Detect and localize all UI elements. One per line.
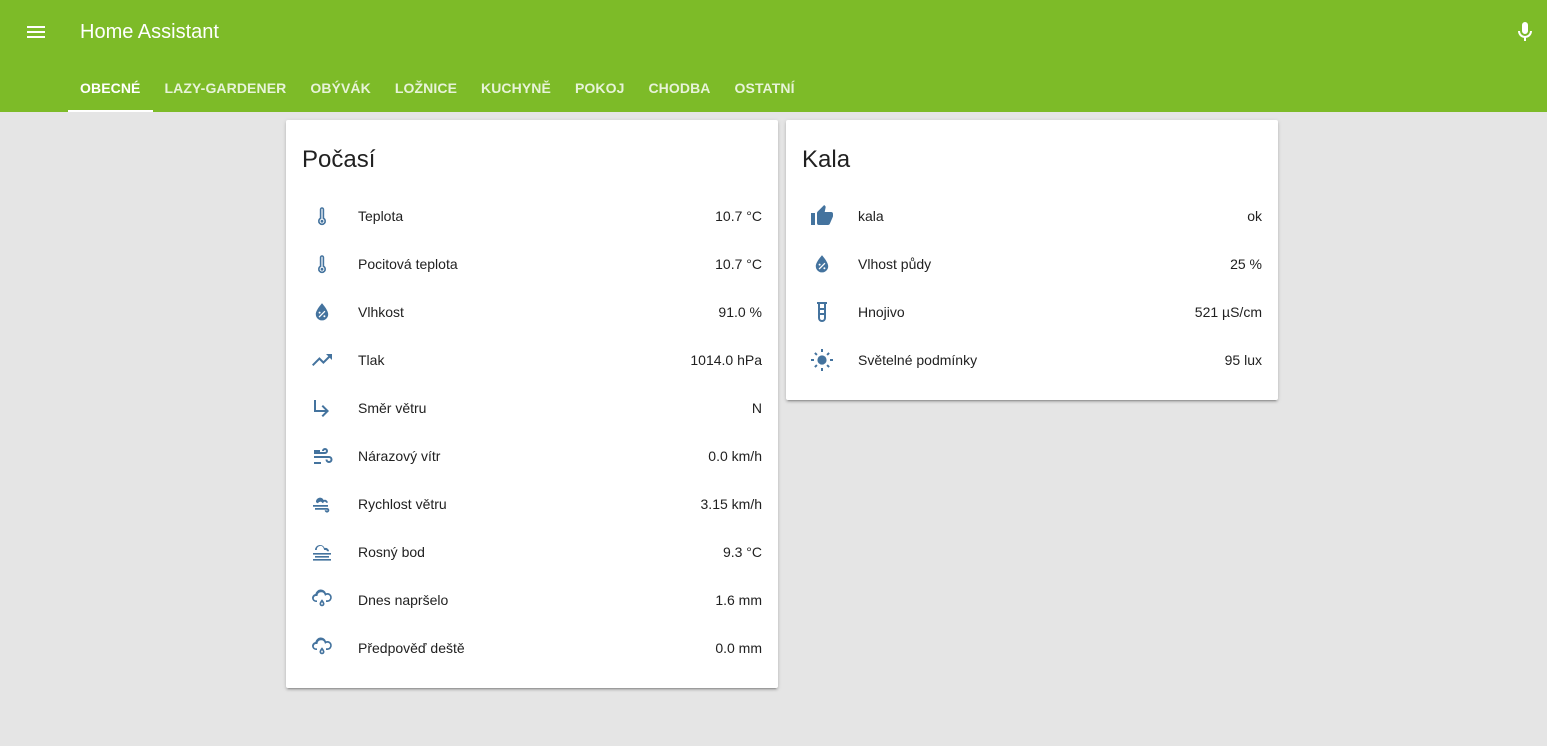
white-balance-sunny-icon: [802, 340, 842, 380]
row-label: Rosný bod: [358, 544, 425, 560]
row-label: Tlak: [358, 352, 385, 368]
row-label: Pocitová teplota: [358, 256, 458, 272]
weather-rainy-icon: [302, 628, 342, 668]
row-value: 0.0 mm: [715, 640, 762, 656]
microphone-icon: [1518, 22, 1532, 41]
row-value: ok: [1247, 208, 1262, 224]
kala-row[interactable]: Světelné podmínky 95 lux: [802, 336, 1262, 384]
weather-row[interactable]: Dnes napršelo 1.6 mm: [302, 576, 762, 624]
row-value: 1014.0 hPa: [690, 352, 762, 368]
tab-lazy-gardener[interactable]: LAZY-GARDENER: [153, 64, 299, 112]
view-tabs: OBECNÉ LAZY-GARDENER OBÝVÁK LOŽNICE KUCHYNĚ P…: [68, 64, 807, 112]
row-label: Teplota: [358, 208, 404, 224]
kala-card: Kala kala ok Vlhost půdy 25 % Hnojivo 521 µS/…: [786, 120, 1278, 400]
water-percent-icon: [802, 244, 842, 284]
row-value: 9.3 °C: [722, 544, 762, 560]
weather-row[interactable]: Teplota 10.7 °C: [302, 192, 762, 240]
kala-card-title: Kala: [802, 146, 851, 173]
thermometer-icon: [302, 196, 342, 236]
thermometer-icon: [302, 244, 342, 284]
weather-row[interactable]: Pocitová teplota 10.7 °C: [302, 240, 762, 288]
row-value: 0.0 km/h: [708, 448, 762, 464]
row-label: Rychlost větru: [358, 496, 447, 512]
row-label: Světelné podmínky: [858, 352, 978, 368]
tab-obývák[interactable]: OBÝVÁK: [298, 64, 383, 112]
row-label: Vlhost půdy: [858, 256, 932, 272]
weather-row[interactable]: Rosný bod 9.3 °C: [302, 528, 762, 576]
thumb-up-icon: [802, 196, 842, 236]
weather-fog-icon: [302, 532, 342, 572]
row-value: N: [751, 400, 762, 416]
test-tube-icon: [802, 292, 842, 332]
app-header: Home Assistant OBECNÉ LAZY-GARDENER OBÝVÁK…: [0, 0, 1547, 112]
tab-ostatní[interactable]: OSTATNÍ: [723, 64, 807, 112]
tab-chodba[interactable]: CHODBA: [636, 64, 722, 112]
tab-pokoj[interactable]: POKOJ: [563, 64, 637, 112]
row-label: Předpověď deště: [358, 640, 465, 656]
menu-icon: [27, 26, 45, 38]
row-value: 1.6 mm: [715, 592, 762, 608]
row-label: Hnojivo: [858, 304, 905, 320]
row-label: Nárazový vítr: [358, 448, 441, 464]
kala-row[interactable]: Hnojivo 521 µS/cm: [802, 288, 1262, 336]
weather-rows: Teplota 10.7 °C Pocitová teplota 10.7 °C Vlh…: [302, 192, 762, 672]
row-value: 10.7 °C: [715, 256, 762, 272]
tab-obecné[interactable]: OBECNÉ: [68, 64, 153, 112]
weather-card-title: Počasí: [302, 146, 376, 173]
weather-rainy-icon: [302, 580, 342, 620]
weather-windy-icon: [302, 436, 342, 476]
weather-row[interactable]: Rychlost větru 3.15 km/h: [302, 480, 762, 528]
row-label: Směr větru: [358, 400, 427, 416]
row-value: 521 µS/cm: [1194, 304, 1262, 320]
weather-row[interactable]: Nárazový vítr 0.0 km/h: [302, 432, 762, 480]
row-value: 25 %: [1230, 256, 1262, 272]
weather-row[interactable]: Vlhkost 91.0 %: [302, 288, 762, 336]
weather-row[interactable]: Směr větru N: [302, 384, 762, 432]
tab-ložnice[interactable]: LOŽNICE: [383, 64, 469, 112]
menu-button[interactable]: [18, 14, 54, 50]
row-value: 95 lux: [1224, 352, 1262, 368]
subdirectory-arrow-right-icon: [302, 388, 342, 428]
row-value: 3.15 km/h: [700, 496, 762, 512]
row-label: kala: [858, 208, 884, 224]
app-title: Home Assistant: [80, 21, 219, 43]
kala-row[interactable]: Vlhost půdy 25 %: [802, 240, 1262, 288]
weather-windy-cloud-icon: [302, 484, 342, 524]
kala-row[interactable]: kala ok: [802, 192, 1262, 240]
weather-row[interactable]: Předpověď deště 0.0 mm: [302, 624, 762, 672]
weather-card: Počasí Teplota 10.7 °C Pocitová teplota 10.…: [286, 120, 778, 688]
row-value: 91.0 %: [718, 304, 762, 320]
weather-row[interactable]: Tlak 1014.0 hPa: [302, 336, 762, 384]
water-percent-icon: [302, 292, 342, 332]
kala-rows: kala ok Vlhost půdy 25 % Hnojivo 521 µS/cm Svě…: [802, 192, 1262, 384]
tab-kuchyně[interactable]: KUCHYNĚ: [469, 64, 563, 112]
microphone-button[interactable]: [1507, 14, 1543, 50]
trending-up-icon: [302, 340, 342, 380]
row-value: 10.7 °C: [715, 208, 762, 224]
row-label: Dnes napršelo: [358, 592, 449, 608]
row-label: Vlhkost: [358, 304, 404, 320]
